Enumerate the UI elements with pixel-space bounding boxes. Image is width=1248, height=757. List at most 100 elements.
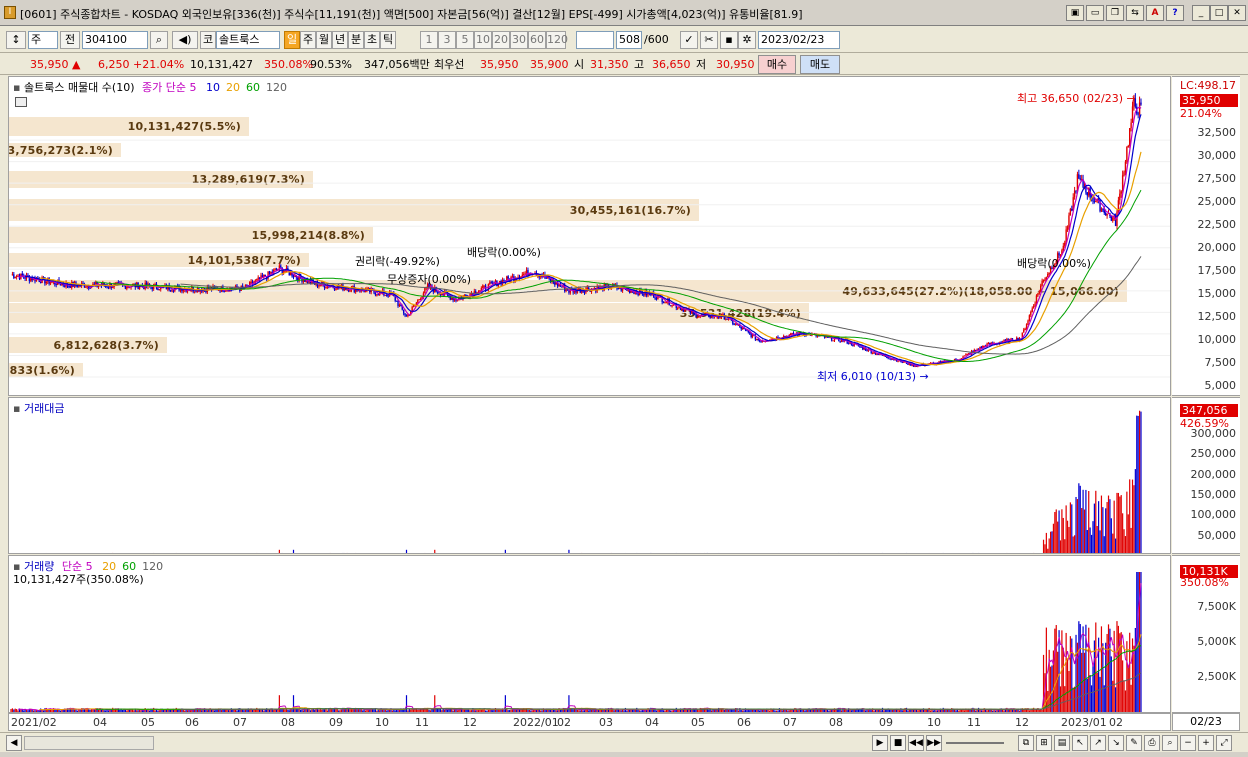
amount-bar	[380, 553, 381, 554]
tile-icon[interactable]: ▭	[1086, 5, 1104, 21]
amount-bar	[412, 553, 413, 554]
candle-body	[734, 323, 737, 325]
code-input[interactable]: 304100	[82, 31, 148, 49]
pin-icon[interactable]: ↕	[6, 31, 26, 49]
volume-bar	[864, 710, 867, 712]
minimize-icon[interactable]: _	[1192, 5, 1210, 21]
amount-bar	[655, 553, 656, 554]
amount-pane[interactable]: ▪ 거래대금	[8, 397, 1171, 554]
zoom-in-icon[interactable]: +	[1198, 735, 1214, 751]
amount-bar	[1081, 508, 1083, 553]
amount-bar	[854, 553, 855, 554]
volume-bar	[124, 709, 127, 712]
link-icon[interactable]: ⇆	[1126, 5, 1144, 21]
amount-bar	[1076, 499, 1079, 553]
scroll-thumb[interactable]	[24, 736, 154, 750]
volume-bar	[691, 709, 693, 712]
volume-pane[interactable]: ▪ 거래량 단순 5 20 60 120 10,131,427주(350.08%)	[8, 555, 1171, 713]
volume-bar	[805, 710, 807, 712]
interval-0[interactable]: 일	[284, 31, 300, 49]
volume-bar	[1086, 678, 1088, 712]
volume-bar	[206, 710, 208, 712]
grid-icon[interactable]	[15, 97, 27, 107]
close-icon[interactable]: ✕	[1228, 5, 1246, 21]
scroll-right-icon[interactable]: ▶	[872, 735, 888, 751]
volume-bar	[350, 709, 353, 712]
amount-bar	[684, 552, 686, 553]
play-forward-icon[interactable]: ▶▶	[926, 735, 942, 751]
print-icon[interactable]: ⎙	[1144, 735, 1160, 751]
amount-bar	[1085, 489, 1087, 553]
amount-bar	[153, 552, 155, 553]
count-input[interactable]: 508	[616, 31, 642, 49]
font-icon[interactable]: A	[1146, 5, 1164, 21]
search-icon[interactable]: ⌕	[150, 31, 168, 49]
interval-4[interactable]: 분	[348, 31, 364, 49]
minute-step-5[interactable]: 30	[510, 31, 528, 49]
buy-button[interactable]: 매수	[758, 55, 796, 74]
amount-bar	[512, 553, 513, 554]
layout-icon[interactable]: ▤	[1054, 735, 1070, 751]
volume-bar	[177, 709, 179, 712]
minute-step-0[interactable]: 1	[420, 31, 438, 49]
minute-step-7[interactable]: 120	[546, 31, 568, 49]
arrow-tool-icon[interactable]: ↖	[1072, 735, 1088, 751]
interval-1[interactable]: 주	[300, 31, 316, 49]
sell-button[interactable]: 매도	[800, 55, 840, 74]
compare-icon[interactable]: ⊞	[1036, 735, 1052, 751]
amount-bar	[297, 553, 298, 554]
magnify-icon[interactable]: ⌕	[1162, 735, 1178, 751]
volume-bar	[1066, 658, 1069, 712]
date-input[interactable]: 2023/02/23	[758, 31, 840, 49]
interval-2[interactable]: 월	[316, 31, 332, 49]
chart-tool-icon[interactable]: ✓	[680, 31, 698, 49]
maximize-icon[interactable]: □	[1210, 5, 1228, 21]
trend-tool-icon[interactable]: ↘	[1108, 735, 1124, 751]
prev-button[interactable]: 전	[60, 31, 80, 49]
interval-6[interactable]: 틱	[380, 31, 396, 49]
minute-step-1[interactable]: 3	[438, 31, 456, 49]
volume-bar	[732, 709, 734, 712]
restore-icon[interactable]: ▣	[1066, 5, 1084, 21]
zoom-tool-icon[interactable]: ⧉	[1018, 735, 1034, 751]
period-select[interactable]: 주	[28, 31, 58, 49]
line-tool-icon[interactable]: ↗	[1090, 735, 1106, 751]
interval-5[interactable]: 초	[364, 31, 380, 49]
scissors-icon[interactable]: ✂	[700, 31, 718, 49]
price-pane[interactable]: 10,131,427(5.5%) 3,756,273(2.1%) 13,289,61…	[8, 76, 1171, 396]
save-icon[interactable]: ▪	[720, 31, 738, 49]
zoom-out-icon[interactable]: −	[1180, 735, 1196, 751]
x-tick: 02	[557, 716, 571, 729]
minute-step-3[interactable]: 10	[474, 31, 492, 49]
amount-bar	[349, 553, 350, 554]
speed-slider[interactable]	[946, 742, 1004, 744]
minute-step-4[interactable]: 20	[492, 31, 510, 49]
volume-bar	[711, 710, 713, 712]
volume-bar	[917, 710, 919, 712]
fit-icon[interactable]: ⤢	[1216, 735, 1232, 751]
amount-bar	[47, 553, 48, 554]
volume-bar	[301, 709, 303, 712]
stock-name[interactable]: 솔트룩스	[216, 31, 280, 49]
volume-bar	[42, 710, 45, 712]
draw-tool-icon[interactable]: ✎	[1126, 735, 1142, 751]
cascade-icon[interactable]: ❐	[1106, 5, 1124, 21]
x-tick: 03	[599, 716, 613, 729]
help-icon[interactable]: ?	[1166, 5, 1184, 21]
amount-bar	[792, 553, 793, 554]
step-input[interactable]	[576, 31, 614, 49]
play-back-icon[interactable]: ◀◀	[908, 735, 924, 751]
candle-body	[395, 300, 398, 302]
stop-icon[interactable]: ■	[890, 735, 906, 751]
scroll-left-icon[interactable]: ◀	[6, 735, 22, 751]
settings-icon[interactable]: ✲	[738, 31, 756, 49]
volume-bar	[1117, 625, 1119, 712]
amount-bar	[80, 553, 81, 554]
speaker-icon[interactable]: ◀)	[172, 31, 198, 49]
interval-3[interactable]: 년	[332, 31, 348, 49]
minute-step-2[interactable]: 5	[456, 31, 474, 49]
minute-step-6[interactable]: 60	[528, 31, 546, 49]
amount-bar	[29, 553, 30, 554]
volume-bar	[1003, 710, 1005, 712]
candle-body	[14, 277, 16, 279]
